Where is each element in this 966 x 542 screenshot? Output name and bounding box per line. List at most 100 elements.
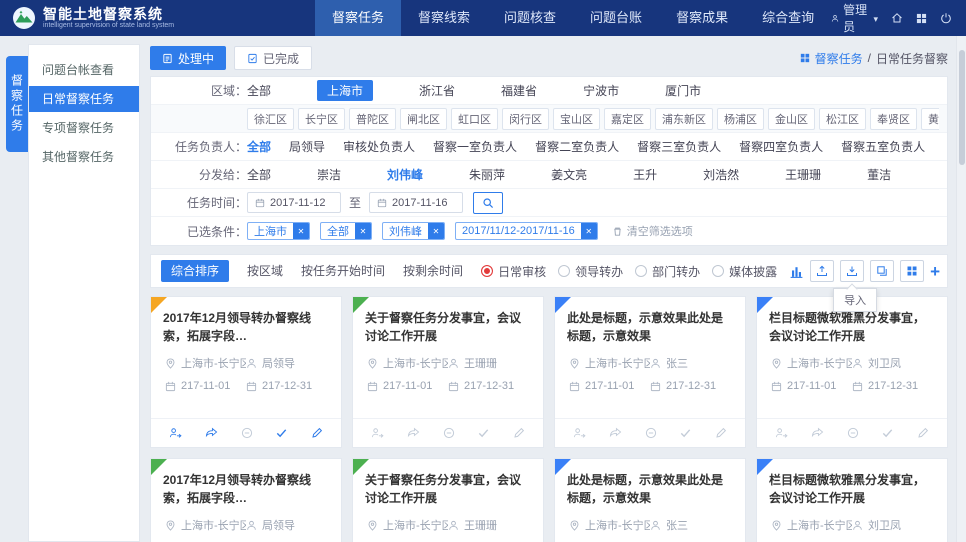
filter-option[interactable]: 督察五室负责人 xyxy=(841,138,925,155)
district-chip[interactable]: 宝山区 xyxy=(553,108,600,130)
nav-item[interactable]: 问题核查 xyxy=(487,0,573,36)
district-chip[interactable]: 奉贤区 xyxy=(870,108,917,130)
export-button[interactable] xyxy=(810,260,834,282)
home-button[interactable] xyxy=(891,12,903,24)
task-card[interactable]: 此处是标题，示意效果此处是标题，示意效果 上海市-长宁区 张三 217-11-0… xyxy=(554,296,746,448)
forward-icon[interactable] xyxy=(609,427,622,439)
filter-option[interactable]: 督察一室负责人 xyxy=(433,138,517,155)
district-chip[interactable]: 虹口区 xyxy=(451,108,498,130)
filter-option[interactable]: 刘伟峰 xyxy=(387,166,423,183)
task-card[interactable]: 关于督察任务分发事宜，会议讨论工作开展 上海市-长宁区 王珊珊 217-11-0… xyxy=(352,296,544,448)
sort-option[interactable]: 按任务开始时间 xyxy=(301,260,385,282)
nav-item[interactable]: 督察成果 xyxy=(659,0,745,36)
forward-icon[interactable] xyxy=(811,427,824,439)
district-chip[interactable]: 松江区 xyxy=(819,108,866,130)
district-chip[interactable]: 长宁区 xyxy=(298,108,345,130)
tag-remove-icon[interactable] xyxy=(581,222,597,240)
assign-icon[interactable] xyxy=(775,427,788,439)
sort-option[interactable]: 综合排序 xyxy=(161,260,229,282)
task-card[interactable]: 此处是标题，示意效果此处是标题，示意效果 上海市-长宁区 张三 217-11-0… xyxy=(554,458,746,542)
complete-check-icon[interactable] xyxy=(477,427,490,439)
scrollbar-thumb[interactable] xyxy=(959,50,965,165)
district-chip[interactable]: 嘉定区 xyxy=(604,108,651,130)
assign-icon[interactable] xyxy=(573,427,586,439)
task-card[interactable]: 2017年12月领导转办督察线索，拓展字段… 上海市-长宁区 局领导 217-1… xyxy=(150,296,342,448)
user-menu[interactable]: 管理员 xyxy=(831,1,878,35)
edit-pencil-icon[interactable] xyxy=(513,427,525,439)
forward-icon[interactable] xyxy=(407,427,420,439)
filter-option[interactable]: 全部 xyxy=(247,138,271,155)
apps-button[interactable] xyxy=(916,13,927,24)
suspend-icon[interactable] xyxy=(241,427,253,439)
edit-pencil-icon[interactable] xyxy=(917,427,929,439)
tag-remove-icon[interactable] xyxy=(428,222,444,240)
district-chip[interactable]: 金山区 xyxy=(768,108,815,130)
district-chip[interactable]: 徐汇区 xyxy=(247,108,294,130)
filter-option[interactable]: 福建省 xyxy=(501,82,537,99)
filter-option[interactable]: 督察二室负责人 xyxy=(535,138,619,155)
nav-item[interactable]: 问题台账 xyxy=(573,0,659,36)
filter-option[interactable]: 刘浩然 xyxy=(703,166,739,183)
task-card[interactable]: 栏目标题微软雅黑分发事宜，会议讨论工作开展 上海市-长宁区 刘卫凤 217-11… xyxy=(756,296,948,448)
filter-option[interactable]: 审核处负责人 xyxy=(343,138,415,155)
filter-option[interactable]: 全部 xyxy=(247,166,271,183)
filter-option[interactable]: 上海市 xyxy=(317,80,373,101)
complete-check-icon[interactable] xyxy=(881,427,894,439)
search-button[interactable] xyxy=(473,192,503,214)
district-chip[interactable]: 普陀区 xyxy=(349,108,396,130)
sort-option[interactable]: 按区域 xyxy=(247,260,283,282)
grid-view-button[interactable] xyxy=(900,260,924,282)
category-radio[interactable]: 媒体披露 xyxy=(712,263,777,280)
filter-option[interactable]: 姜文亮 xyxy=(551,166,587,183)
filter-option[interactable]: 局领导 xyxy=(289,138,325,155)
edit-pencil-icon[interactable] xyxy=(311,427,323,439)
filter-option[interactable]: 宁波市 xyxy=(583,82,619,99)
end-date-input[interactable]: 2017-11-16 xyxy=(369,192,463,213)
sidebar-item[interactable]: 问题台帐查看 xyxy=(29,57,139,83)
nav-item[interactable]: 督察任务 xyxy=(315,0,401,36)
sidebar-item[interactable]: 日常督察任务 xyxy=(29,86,139,112)
logout-button[interactable] xyxy=(940,12,952,24)
filter-option[interactable]: 督察三室负责人 xyxy=(637,138,721,155)
breadcrumb-root[interactable]: 督察任务 xyxy=(815,50,863,67)
edit-pencil-icon[interactable] xyxy=(715,427,727,439)
assign-icon[interactable] xyxy=(371,427,384,439)
assign-icon[interactable] xyxy=(169,427,182,439)
page-scrollbar[interactable] xyxy=(956,36,966,542)
nav-item[interactable]: 综合查询 xyxy=(745,0,831,36)
start-date-input[interactable]: 2017-11-12 xyxy=(247,192,341,213)
nav-item[interactable]: 督察线索 xyxy=(401,0,487,36)
category-radio[interactable]: 领导转办 xyxy=(558,263,623,280)
tab-processing[interactable]: 处理中 xyxy=(150,46,226,70)
district-chip[interactable]: 杨浦区 xyxy=(717,108,764,130)
task-card[interactable]: 关于督察任务分发事宜，会议讨论工作开展 上海市-长宁区 王珊珊 217-11-0… xyxy=(352,458,544,542)
add-task-button[interactable] xyxy=(930,260,940,282)
suspend-icon[interactable] xyxy=(847,427,859,439)
suspend-icon[interactable] xyxy=(645,427,657,439)
vertical-tab-inspection-tasks[interactable]: 督察任务 xyxy=(6,56,28,152)
chart-view-button[interactable] xyxy=(789,260,804,282)
tag-remove-icon[interactable] xyxy=(355,222,371,240)
complete-check-icon[interactable] xyxy=(275,427,288,439)
filter-option[interactable]: 董洁 xyxy=(867,166,891,183)
complete-check-icon[interactable] xyxy=(679,427,692,439)
district-chip[interactable]: 闵行区 xyxy=(502,108,549,130)
filter-option[interactable]: 崇洁 xyxy=(317,166,341,183)
category-radio[interactable]: 部门转办 xyxy=(635,263,700,280)
clear-filters-button[interactable]: 清空筛选选项 xyxy=(612,223,693,239)
suspend-icon[interactable] xyxy=(443,427,455,439)
district-chip[interactable]: 闸北区 xyxy=(400,108,447,130)
tag-remove-icon[interactable] xyxy=(293,222,309,240)
sidebar-item[interactable]: 专项督察任务 xyxy=(29,115,139,141)
import-button[interactable]: 导入 xyxy=(840,260,864,282)
district-chip[interactable]: 黄浦区 xyxy=(921,108,939,130)
task-card[interactable]: 2017年12月领导转办督察线索，拓展字段… 上海市-长宁区 局领导 217-1… xyxy=(150,458,342,542)
tab-completed[interactable]: 已完成 xyxy=(234,46,312,70)
category-radio[interactable]: 日常审核 xyxy=(481,263,546,280)
copy-view-button[interactable] xyxy=(870,260,894,282)
filter-option[interactable]: 浙江省 xyxy=(419,82,455,99)
filter-option[interactable]: 王升 xyxy=(633,166,657,183)
filter-option[interactable]: 督察四室负责人 xyxy=(739,138,823,155)
sort-option[interactable]: 按剩余时间 xyxy=(403,260,463,282)
filter-option[interactable]: 厦门市 xyxy=(665,82,701,99)
